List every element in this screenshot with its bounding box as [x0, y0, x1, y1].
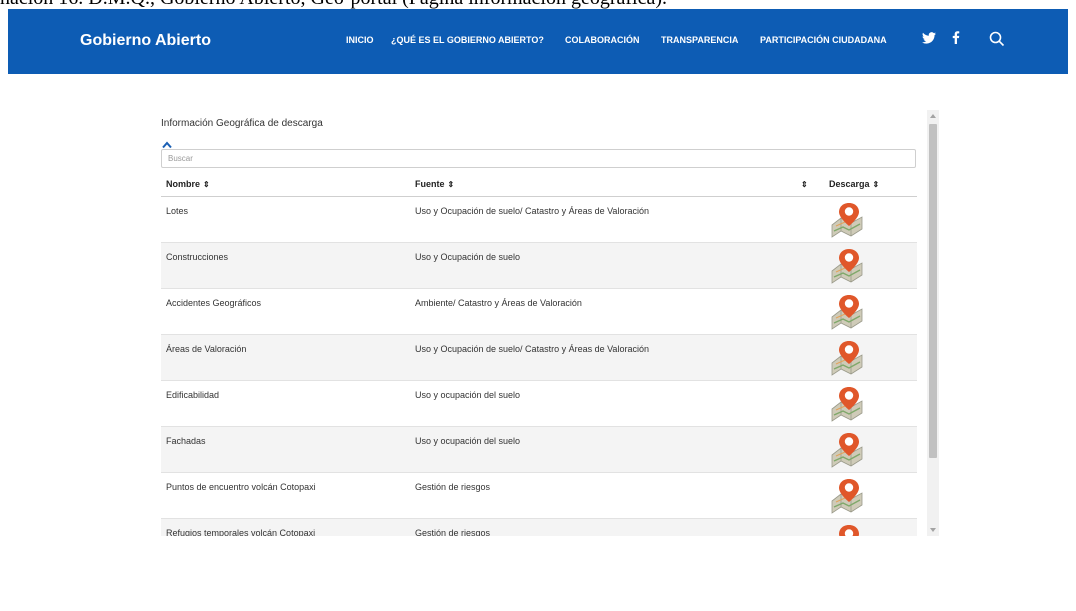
column-label-nombre: Nombre — [166, 179, 201, 189]
column-label-fuente: Fuente — [415, 179, 445, 189]
map-download-icon[interactable] — [829, 247, 865, 285]
nav-participacion[interactable]: PARTICIPACIÓN CIUDADANA — [760, 35, 887, 45]
panel-title: Información Geográfica de descarga — [161, 118, 323, 129]
cell-nombre: Refugios temporales volcán Cotopaxi — [166, 528, 316, 536]
cell-fuente: Uso y Ocupación de suelo — [415, 252, 521, 262]
nav-inicio[interactable]: INICIO — [346, 35, 374, 45]
scroll-up-arrow-icon[interactable] — [930, 114, 936, 118]
figure-caption: nación 16. D.M.Q., Gobierno Abierto, Geo… — [0, 0, 1076, 9]
cell-nombre: Fachadas — [166, 436, 206, 446]
sort-icon: ⇕ — [203, 180, 210, 189]
table-row: Áreas de Valoración Uso y Ocupación de s… — [161, 335, 917, 381]
cell-fuente: Gestión de riesgos — [415, 528, 491, 536]
cell-fuente: Gestión de riesgos — [415, 482, 491, 492]
cell-fuente: Uso y ocupación del suelo — [415, 436, 521, 446]
map-download-icon[interactable] — [829, 477, 865, 515]
scroll-down-arrow-icon[interactable] — [930, 528, 936, 532]
table-body: Lotes Uso y Ocupación de suelo/ Catastro… — [161, 197, 917, 536]
cell-fuente: Uso y Ocupación de suelo/ Catastro y Áre… — [415, 344, 649, 354]
twitter-icon[interactable] — [922, 31, 936, 47]
map-download-icon[interactable] — [829, 293, 865, 331]
table-header: Nombre ⇕ Fuente ⇕ ⇕ Descarga ⇕ — [161, 174, 917, 197]
nav-colaboracion[interactable]: COLABORACIÓN — [565, 35, 640, 45]
chevron-up-icon[interactable] — [162, 136, 172, 149]
vertical-scrollbar[interactable] — [927, 110, 939, 536]
top-navbar: Gobierno Abierto INICIO ¿QUÉ ES EL GOBIE… — [8, 9, 1068, 74]
table-row: Refugios temporales volcán Cotopaxi Gest… — [161, 519, 917, 536]
map-download-icon[interactable] — [829, 385, 865, 423]
cell-nombre: Lotes — [166, 206, 189, 216]
table-row: Puntos de encuentro volcán Cotopaxi Gest… — [161, 473, 917, 519]
search-icon[interactable] — [989, 31, 1007, 49]
sort-icon: ⇕ — [801, 180, 808, 189]
table-row: Lotes Uso y Ocupación de suelo/ Catastro… — [161, 197, 917, 243]
search-input[interactable] — [161, 149, 916, 168]
map-download-icon[interactable] — [829, 339, 865, 377]
cell-nombre: Edificabilidad — [166, 390, 220, 400]
table-row: Accidentes Geográficos Ambiente/ Catastr… — [161, 289, 917, 335]
table-row: Fachadas Uso y ocupación del suelo — [161, 427, 917, 473]
map-download-icon[interactable] — [829, 523, 865, 536]
cell-nombre: Puntos de encuentro volcán Cotopaxi — [166, 482, 316, 492]
cell-fuente: Uso y ocupación del suelo — [415, 390, 521, 400]
geo-download-panel: Información Geográfica de descarga Nombr… — [161, 112, 939, 536]
column-header-nombre[interactable]: Nombre ⇕ — [166, 179, 210, 189]
site-brand[interactable]: Gobierno Abierto — [80, 32, 211, 50]
facebook-icon[interactable] — [952, 31, 960, 47]
column-header-descarga[interactable]: Descarga ⇕ — [829, 179, 879, 189]
sort-icon: ⇕ — [447, 180, 455, 189]
nav-que-es[interactable]: ¿QUÉ ES EL GOBIERNO ABIERTO? — [391, 35, 544, 45]
table-row: Construcciones Uso y Ocupación de suelo — [161, 243, 917, 289]
scroll-thumb[interactable] — [929, 124, 937, 458]
sort-icon: ⇕ — [872, 180, 880, 189]
cell-nombre: Áreas de Valoración — [166, 344, 247, 354]
cell-nombre: Accidentes Geográficos — [166, 298, 262, 308]
cell-nombre: Construcciones — [166, 252, 229, 262]
nav-transparencia[interactable]: TRANSPARENCIA — [661, 35, 738, 45]
cell-fuente: Ambiente/ Catastro y Áreas de Valoración — [415, 298, 582, 308]
column-header-empty[interactable]: ⇕ — [798, 179, 808, 189]
column-header-fuente[interactable]: Fuente ⇕ — [415, 179, 454, 189]
cell-fuente: Uso y Ocupación de suelo/ Catastro y Áre… — [415, 206, 649, 216]
map-download-icon[interactable] — [829, 201, 865, 239]
map-download-icon[interactable] — [829, 431, 865, 469]
column-label-descarga: Descarga — [829, 179, 870, 189]
table-row: Edificabilidad Uso y ocupación del suelo — [161, 381, 917, 427]
